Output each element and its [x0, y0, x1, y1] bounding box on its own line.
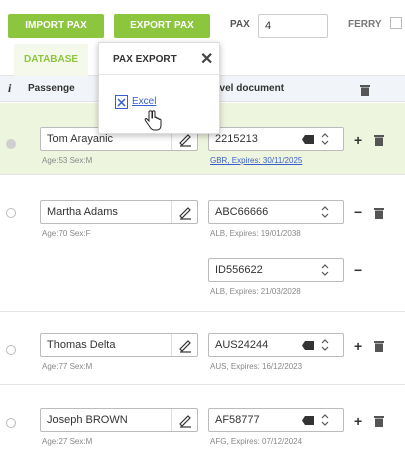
travel-document-column-header: avel document — [214, 83, 285, 94]
toolbar: IMPORT PAX EXPORT PAX PAX 4 FERRY — [0, 0, 405, 44]
import-pax-button[interactable]: IMPORT PAX — [8, 14, 104, 38]
document-number: ID556622 — [215, 264, 263, 276]
passenger-name-field[interactable]: Joseph BROWN — [40, 408, 198, 432]
stepper-icon[interactable] — [321, 263, 329, 277]
pax-label: PAX — [230, 19, 250, 30]
remove-document-button[interactable]: − — [354, 205, 362, 219]
document-number: AF58777 — [215, 414, 260, 426]
trash-icon[interactable] — [374, 134, 384, 146]
document-meta: AFG, Expires: 07/12/2024 — [210, 437, 303, 446]
remove-document-button[interactable]: − — [354, 263, 362, 277]
add-document-button[interactable]: + — [354, 133, 362, 147]
export-pax-button[interactable]: EXPORT PAX — [114, 14, 210, 38]
pencil-icon[interactable] — [177, 412, 193, 428]
document-meta-link[interactable]: GBR, Expires: 30/11/2025 — [210, 156, 302, 165]
stepper-icon[interactable] — [321, 338, 329, 352]
row-radio[interactable] — [6, 208, 16, 218]
passenger-name-field[interactable]: Thomas Delta — [40, 333, 198, 357]
table-row: Martha Adams Age:70 Sex:F ABC66666 ALB, … — [0, 176, 405, 312]
pencil-icon[interactable] — [177, 337, 193, 353]
dropdown-title: PAX EXPORT — [113, 54, 177, 65]
excel-option-label[interactable]: Excel — [132, 96, 156, 107]
divider — [171, 334, 172, 356]
document-meta: AUS, Expires: 16/12/2023 — [210, 362, 303, 371]
add-document-button[interactable]: + — [354, 339, 362, 353]
pax-count-input[interactable]: 4 — [258, 14, 328, 38]
document-number: AUS24244 — [215, 339, 269, 351]
passenger-name: Martha Adams — [47, 206, 118, 218]
add-document-button[interactable]: + — [354, 414, 362, 428]
passenger-name: Thomas Delta — [47, 339, 116, 351]
ferry-label: FERRY — [348, 19, 382, 30]
table-row: Joseph BROWN Age:27 Sex:M AF58777 AFG, E… — [0, 386, 405, 459]
passenger-name-field[interactable]: Martha Adams — [40, 200, 198, 224]
passenger-meta: Age:27 Sex:M — [42, 437, 93, 446]
info-icon: i — [8, 81, 12, 95]
pencil-icon[interactable] — [177, 204, 193, 220]
row-radio[interactable] — [6, 418, 16, 428]
tab-database[interactable]: DATABASE — [14, 44, 89, 76]
passenger-column-header: Passenge — [28, 83, 75, 94]
document-field[interactable]: AF58777 — [208, 408, 344, 432]
clear-tag-icon[interactable] — [302, 135, 314, 144]
trash-icon[interactable] — [374, 207, 384, 219]
document-field[interactable]: 2215213 — [208, 127, 344, 151]
document-number: 2215213 — [215, 133, 258, 145]
trash-icon — [360, 85, 370, 96]
dropdown-header: PAX EXPORT ✕ — [99, 43, 219, 75]
trash-icon[interactable] — [374, 415, 384, 427]
document-field[interactable]: ABC66666 — [208, 200, 344, 224]
passenger-meta: Age:77 Sex:M — [42, 362, 93, 371]
document-field[interactable]: AUS24244 — [208, 333, 344, 357]
document-meta: ALB, Expires: 21/03/2028 — [210, 287, 301, 296]
clear-tag-icon[interactable] — [302, 341, 314, 350]
stepper-icon[interactable] — [321, 413, 329, 427]
close-icon[interactable]: ✕ — [200, 49, 213, 69]
stepper-icon[interactable] — [321, 205, 329, 219]
trash-icon[interactable] — [374, 340, 384, 352]
hand-cursor-icon — [144, 110, 162, 131]
document-number: ABC66666 — [215, 206, 269, 218]
ferry-checkbox[interactable] — [390, 17, 402, 29]
passenger-meta: Age:53 Sex:M — [42, 156, 93, 165]
divider — [171, 409, 172, 431]
document-field[interactable]: ID556622 — [208, 258, 344, 282]
row-radio[interactable] — [6, 139, 16, 149]
passenger-name: Tom Arayanic — [47, 133, 114, 145]
passenger-meta: Age:70 Sex:F — [42, 229, 91, 238]
stepper-icon[interactable] — [321, 132, 329, 146]
passenger-name: Joseph BROWN — [47, 414, 128, 426]
divider — [171, 201, 172, 223]
document-meta: ALB, Expires: 19/01/2038 — [210, 229, 301, 238]
row-radio[interactable] — [6, 345, 16, 355]
excel-file-icon — [115, 95, 128, 109]
table-row: Thomas Delta Age:77 Sex:M AUS24244 AUS, … — [0, 313, 405, 385]
clear-tag-icon[interactable] — [302, 416, 314, 425]
